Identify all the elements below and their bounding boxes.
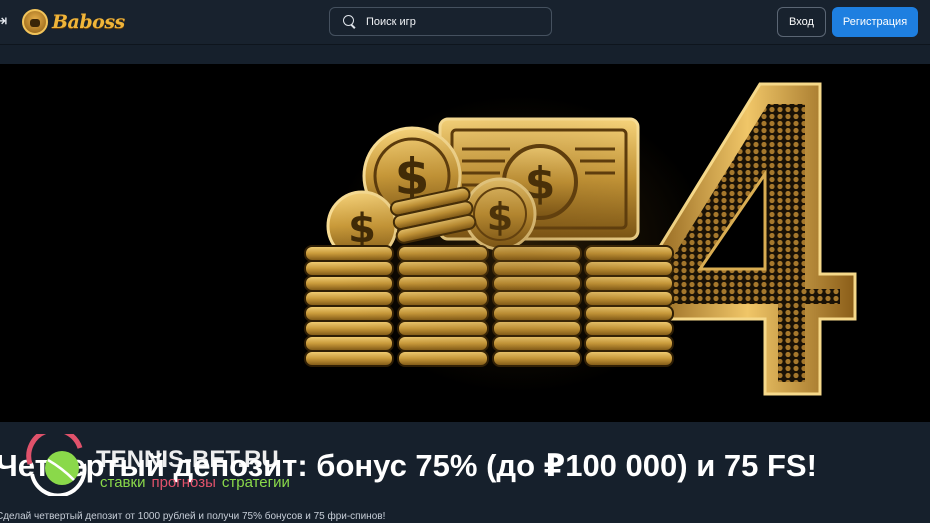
promo-banner-image: $ $ $ $ <box>0 64 930 422</box>
logo-text: Baboss <box>52 11 125 33</box>
search-input[interactable] <box>366 15 546 28</box>
watermark-tag: прогнозы <box>151 474 216 491</box>
banner-glow <box>330 94 710 394</box>
top-header: ⇥ Baboss Вход Регистрация <box>0 0 930 45</box>
watermark-tag: стратегии <box>221 474 290 491</box>
watermark-tag: ставки <box>100 474 146 491</box>
login-button[interactable]: Вход <box>777 7 826 37</box>
site-logo[interactable]: Baboss <box>22 8 125 36</box>
watermark-site-name: TENNIS-BET.RU <box>96 446 279 473</box>
search-icon <box>343 14 357 29</box>
menu-toggle-icon[interactable]: ⇥ <box>0 12 10 32</box>
search-box[interactable] <box>329 7 552 36</box>
register-button[interactable]: Регистрация <box>832 7 918 37</box>
watermark-tennis-ball-icon <box>26 434 87 496</box>
watermark-tags: ставки прогнозы стратегии <box>100 474 290 491</box>
promo-description: Сделай четвертый депозит от 1000 рублей … <box>0 511 386 522</box>
logo-mascot-icon <box>22 9 48 35</box>
